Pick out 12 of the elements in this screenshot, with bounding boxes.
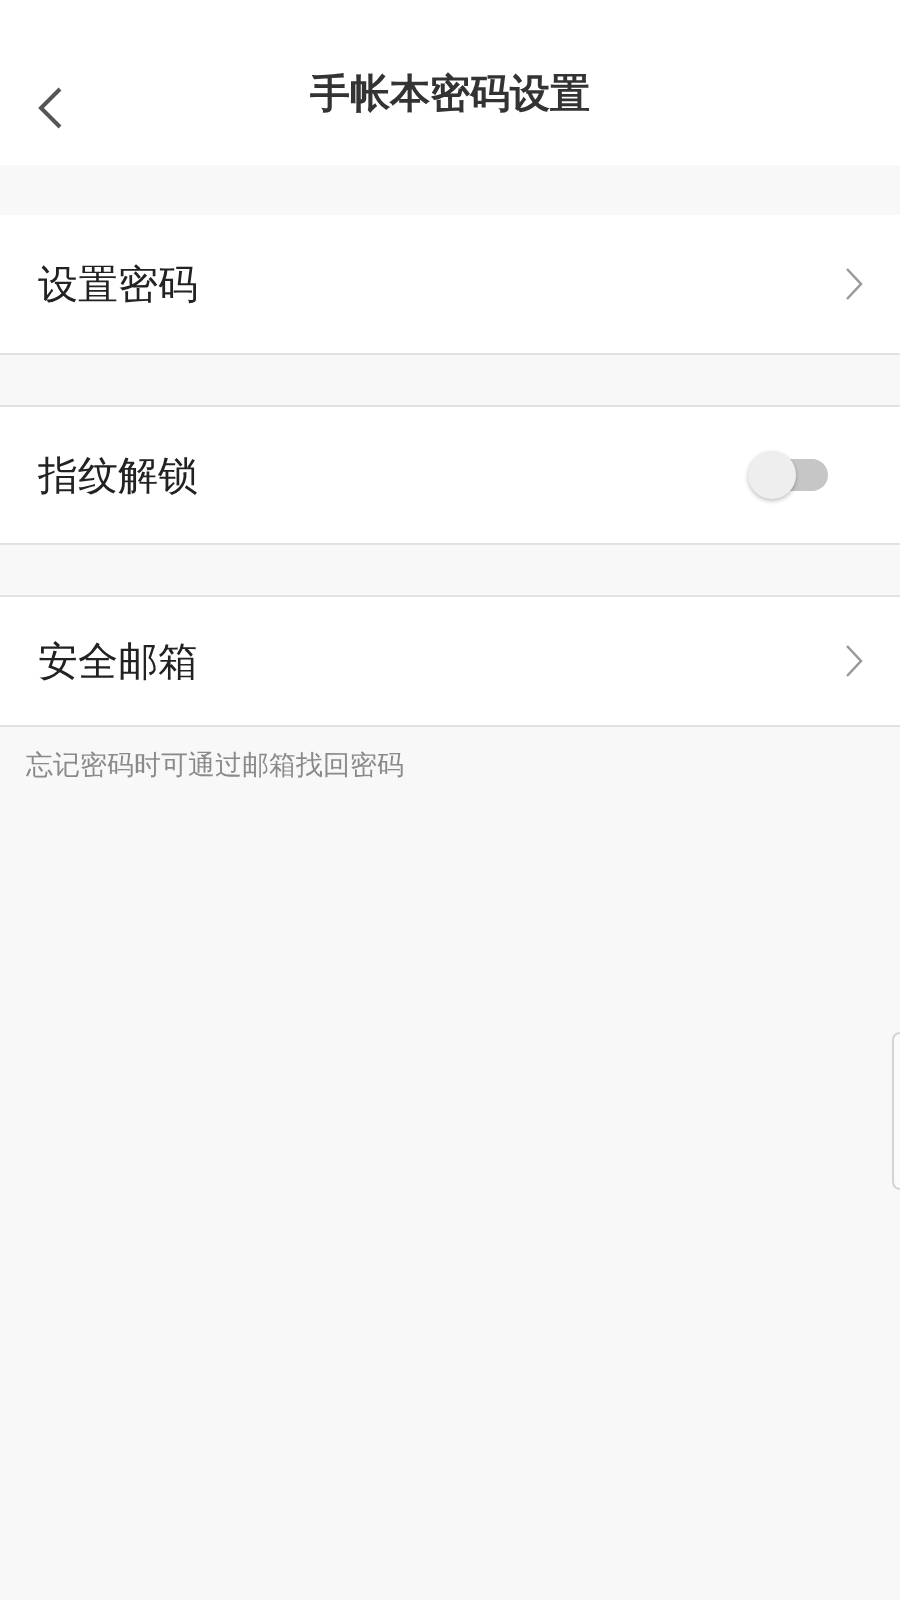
back-icon[interactable]	[36, 86, 64, 130]
hint-text: 忘记密码时可通过邮箱找回密码	[25, 748, 405, 782]
setting-label: 安全邮箱	[38, 636, 198, 686]
page-title: 手帐本密码设置	[310, 69, 590, 118]
settings-row[interactable]: 安全邮箱	[0, 595, 900, 727]
edge-handle[interactable]	[892, 1032, 900, 1190]
setting-label: 设置密码	[38, 259, 198, 309]
chevron-right-icon	[844, 644, 864, 678]
setting-label: 指纹解锁	[38, 450, 198, 500]
chevron-right-icon	[844, 267, 864, 301]
settings-row[interactable]: 指纹解锁	[0, 405, 900, 545]
settings-row[interactable]: 设置密码	[0, 215, 900, 355]
